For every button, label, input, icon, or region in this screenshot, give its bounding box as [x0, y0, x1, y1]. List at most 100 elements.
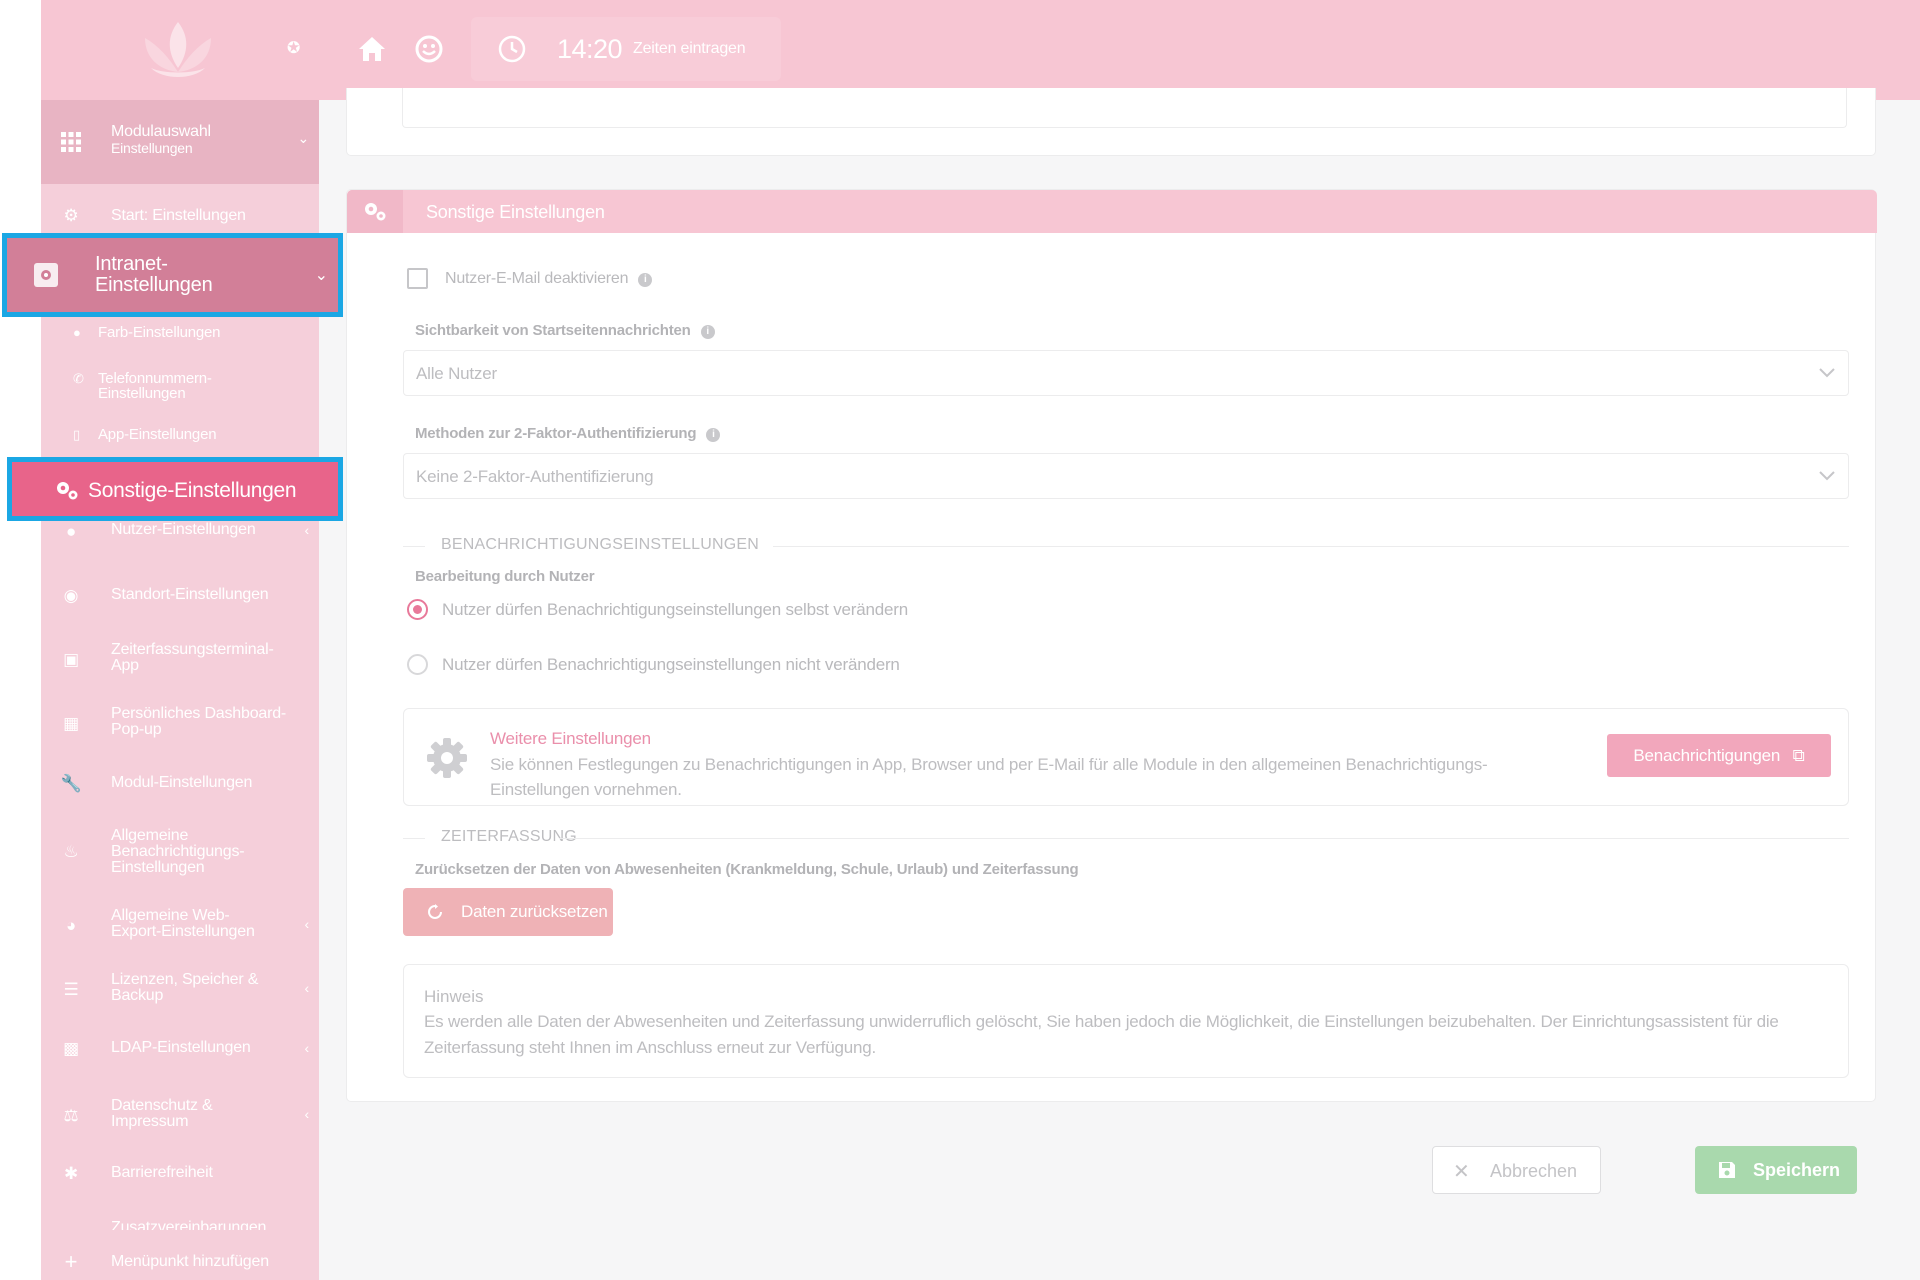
hint-title: Hinweis — [424, 987, 484, 1006]
chevron-down-icon: ⌄ — [297, 130, 309, 146]
sidebar-item-modul[interactable]: 🔧 Modul-Einstellungen — [41, 770, 319, 800]
palette-icon: ● — [73, 325, 81, 340]
grid-icon — [59, 130, 83, 154]
sidebar: ✪ Modulauswahl Einstellungen ⌄ ⚙ Start: … — [41, 0, 319, 1280]
sidebar-item-benachrichtigung[interactable]: ♨ Allgemeine Benachrichtigungs- Einstellun… — [41, 826, 319, 880]
twofa-select[interactable]: Keine 2-Faktor-Authentifizierung — [403, 453, 1849, 499]
pin-icon[interactable]: ✪ — [287, 38, 300, 58]
sidebar-item-label: Persönliches Dashboard- Pop-up — [111, 705, 287, 738]
sidebar-item-standort[interactable]: ◉ Standort-Einstellungen — [41, 582, 319, 612]
sidebar-item-label: Lizenzen, Speicher & Backup — [111, 971, 259, 1004]
floppy-disk-icon — [1719, 1162, 1735, 1178]
card-title: Sonstige Einstellungen — [426, 202, 605, 222]
time-entry-box[interactable]: 14:20 Zeiten eintragen — [471, 17, 781, 81]
email-checkbox-label: Nutzer-E-Mail deaktivieren — [445, 270, 629, 287]
sidebar-item-barrierefreiheit[interactable]: ✱ Barrierefreiheit — [41, 1160, 319, 1190]
sidebar-item-label: Allgemeine Web- Export-Einstellungen — [111, 907, 255, 940]
reset-data-label: Zurücksetzen der Daten von Abwesenheiten… — [415, 861, 1079, 878]
info-icon[interactable]: i — [700, 325, 715, 339]
mobile-icon: ▯ — [73, 427, 80, 442]
more-settings-box: Weitere Einstellungen Sie können Festleg… — [403, 708, 1849, 806]
top-header: 14:20 Zeiten eintragen — [319, 0, 1920, 100]
home-icon[interactable] — [357, 34, 387, 64]
gears-icon — [365, 203, 386, 221]
globe-icon: ◕ — [65, 916, 77, 935]
sidebar-item-intranet[interactable]: Intranet- Einstellungen ⌄ — [2, 233, 343, 317]
previous-card-field — [402, 88, 1847, 128]
left-margin — [0, 0, 41, 1280]
visibility-label: Sichtbarkeit von Startseitennachrichten — [415, 322, 691, 339]
user-icon: ● — [65, 522, 77, 541]
plus-icon: + — [64, 1249, 78, 1274]
sidebar-item-sonstige[interactable]: Sonstige-Einstellungen — [7, 457, 343, 521]
radio-allow-change[interactable] — [407, 599, 428, 620]
save-button[interactable]: Speichern — [1695, 1146, 1857, 1194]
id-card-icon: ▩ — [63, 1039, 79, 1058]
refresh-icon — [428, 904, 442, 919]
modulauswahl-box[interactable]: Modulauswahl Einstellungen ⌄ — [41, 100, 319, 184]
accessibility-icon: ✱ — [63, 1164, 79, 1183]
sidebar-item-label: Allgemeine Benachrichtigungs- Einstellunge… — [111, 827, 245, 876]
more-settings-title[interactable]: Weitere Einstellungen — [490, 729, 651, 749]
twofa-select-value: Keine 2-Faktor-Authentifizierung — [416, 467, 654, 486]
sidebar-subitem-telefon[interactable]: ✆ Telefonnummern- Einstellungen — [41, 368, 319, 404]
sidebar-item-label: LDAP-Einstellungen — [111, 1039, 251, 1056]
card-header: Sonstige Einstellungen — [347, 190, 1877, 233]
sidebar-item-label: Zusatzvereinbarungen — [111, 1219, 267, 1231]
gear-icon: ⚙ — [63, 206, 79, 225]
hint-box: Hinweis Es werden alle Daten der Abwesen… — [403, 964, 1849, 1078]
sidebar-item-start[interactable]: ⚙ Start: Einstellungen — [41, 200, 319, 232]
sidebar-subitem-app[interactable]: ▯ App-Einstellungen — [41, 424, 319, 448]
radio-deny-change[interactable] — [407, 654, 428, 675]
sidebar-item-terminal[interactable]: ▣ Zeiterfassungsterminal- App — [41, 640, 319, 680]
external-link-icon: ⧉ — [1792, 745, 1805, 765]
sidebar-item-zusatz[interactable]: Zusatzvereinbarungen — [41, 1218, 319, 1231]
sidebar-subitem-label: App-Einstellungen — [98, 426, 217, 443]
sidebar-add-item[interactable]: + Menüpunkt hinzufügen — [41, 1248, 319, 1278]
previous-card — [346, 88, 1876, 156]
email-deactivate-checkbox[interactable] — [407, 268, 428, 289]
save-button-label: Speichern — [1753, 1160, 1841, 1180]
chevron-down-icon — [1819, 368, 1835, 378]
sidebar-item-label: Nutzer-Einstellungen — [111, 521, 256, 538]
chevron-left-icon: ‹ — [304, 1106, 310, 1122]
sidebar-item-ldap[interactable]: ▩ LDAP-Einstellungen ‹ — [41, 1035, 319, 1065]
sidebar-item-datenschutz[interactable]: ⚖ Datenschutz & Impressum ‹ — [41, 1096, 319, 1136]
radio-deny-label: Nutzer dürfen Benachrichtigungseinstellu… — [442, 655, 900, 674]
info-icon[interactable]: i — [706, 428, 721, 442]
sidebar-item-lizenzen[interactable]: ☰ Lizenzen, Speicher & Backup ‹ — [41, 970, 319, 1010]
sidebar-logo-area: ✪ — [41, 0, 319, 100]
info-icon[interactable]: i — [638, 273, 653, 287]
sidebar-subitem-farb[interactable]: ● Farb-Einstellungen — [41, 322, 319, 346]
gear-icon — [427, 738, 467, 778]
chevron-down-icon — [1819, 471, 1835, 481]
notifications-button[interactable]: Benachrichtigungen ⧉ — [1607, 734, 1831, 777]
smiley-icon[interactable] — [414, 34, 444, 64]
chevron-left-icon: ‹ — [304, 916, 310, 932]
reset-data-button[interactable]: Daten zurücksetzen — [403, 888, 613, 936]
card-header-icon-box — [347, 190, 403, 233]
sidebar-item-webexport[interactable]: ◕ Allgemeine Web- Export-Einstellungen ‹ — [41, 906, 319, 946]
lotus-logo-icon[interactable] — [137, 18, 219, 82]
visibility-select-value: Alle Nutzer — [416, 364, 497, 383]
sonstige-einstellungen-card: Sonstige Einstellungen Nutzer-E-Mail dea… — [346, 189, 1877, 1102]
visibility-select[interactable]: Alle Nutzer — [403, 350, 1849, 396]
terminal-icon: ▣ — [63, 650, 79, 669]
cancel-button[interactable]: ✕ Abbrechen — [1432, 1146, 1601, 1194]
dashboard-icon: ▦ — [63, 714, 79, 733]
sidebar-item-label: Modul-Einstellungen — [111, 774, 253, 791]
sidebar-item-label: Sonstige-Einstellungen — [88, 479, 297, 502]
list-icon: ☰ — [63, 980, 79, 999]
more-settings-description: Sie können Festlegungen zu Benachrichtig… — [490, 755, 1488, 799]
edit-by-user-label: Bearbeitung durch Nutzer — [415, 568, 595, 585]
modulauswahl-subtitle: Einstellungen — [111, 140, 193, 156]
chevron-left-icon: ‹ — [304, 1040, 310, 1056]
bell-icon: ♨ — [63, 842, 79, 861]
time-entry-link[interactable]: Zeiten eintragen — [633, 40, 746, 58]
sidebar-item-label: Start: Einstellungen — [111, 207, 246, 224]
sidebar-item-nutzer[interactable]: ● Nutzer-Einstellungen ‹ — [41, 518, 319, 548]
sidebar-item-dashboard[interactable]: ▦ Persönliches Dashboard- Pop-up — [41, 704, 319, 744]
close-icon: ✕ — [1453, 1161, 1470, 1183]
sidebar-item-label: Menüpunkt hinzufügen — [111, 1253, 269, 1270]
radio-allow-label: Nutzer dürfen Benachrichtigungseinstellu… — [442, 600, 908, 619]
